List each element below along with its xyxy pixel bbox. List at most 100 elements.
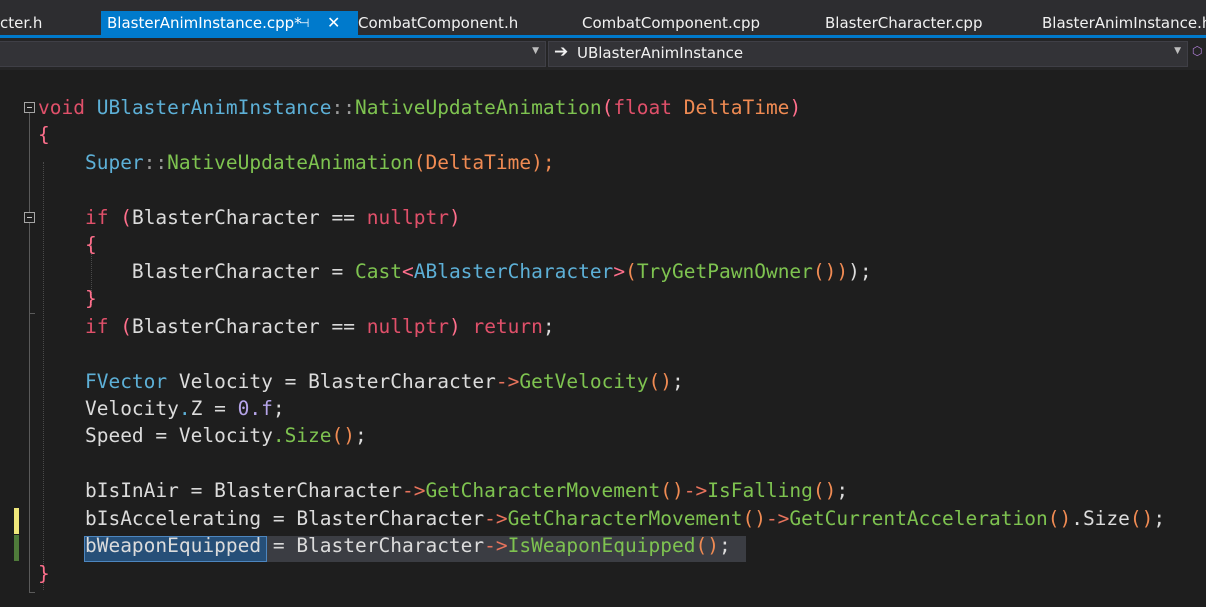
- member-token: Speed: [84, 424, 144, 447]
- outline-line: [29, 113, 30, 593]
- class-token: ABlasterCharacter: [413, 260, 614, 283]
- brace-token: {: [38, 123, 50, 146]
- paren-token: (: [413, 151, 426, 174]
- close-icon[interactable]: ✕: [327, 11, 340, 35]
- paren-token: (): [742, 507, 766, 530]
- arrow-token: ->: [484, 507, 508, 530]
- collapse-function-icon[interactable]: [24, 102, 35, 113]
- keyword-token: void: [38, 96, 85, 119]
- class-token: Super: [84, 151, 144, 174]
- member-token: BlasterCharacter: [131, 206, 320, 229]
- code-line-17: bWeaponEquipped = BlasterCharacter->IsWe…: [38, 532, 731, 559]
- keyword-token: nullptr: [366, 206, 449, 229]
- keyword-token: if: [84, 315, 109, 338]
- tab-blaster-anim-instance-cpp[interactable]: BlasterAnimInstance.cpp* ⊣ ✕: [101, 11, 358, 36]
- function-token: Size: [284, 424, 332, 447]
- tab-label: BlasterAnimInstance.cpp*: [107, 14, 302, 32]
- function-token: NativeUpdateAnimation: [355, 96, 602, 119]
- paren-token: (): [331, 424, 356, 447]
- paren-token: (: [120, 315, 132, 338]
- variable-token: Velocity: [84, 397, 179, 420]
- function-token: GetVelocity: [519, 370, 649, 393]
- tab-blaster-character-cpp[interactable]: BlasterCharacter.cpp: [825, 11, 982, 35]
- dot-token: .: [1071, 507, 1083, 530]
- outline-end: [29, 313, 35, 314]
- outline-end: [29, 592, 35, 593]
- function-token: IsWeaponEquipped: [507, 534, 696, 557]
- operator-token: ==: [319, 315, 367, 338]
- code-line-1: void UBlasterAnimInstance::NativeUpdateA…: [38, 94, 801, 121]
- member-token: BlasterCharacter: [296, 534, 485, 557]
- code-line-8: }: [38, 285, 97, 312]
- pin-icon[interactable]: ⊣: [299, 11, 309, 35]
- member-token: BlasterCharacter: [214, 479, 402, 502]
- brace-token: {: [84, 233, 97, 256]
- paren-token: (: [601, 96, 614, 119]
- collapse-if-icon[interactable]: [24, 212, 35, 223]
- operator-token: =: [272, 370, 309, 393]
- operator-token: =: [319, 260, 355, 283]
- tab-combat-component-h[interactable]: CombatComponent.h: [358, 11, 518, 35]
- punct-token: ;: [272, 397, 285, 420]
- member-token: Z: [190, 397, 203, 420]
- parameter-token: DeltaTime: [425, 151, 532, 174]
- function-token: Cast: [355, 260, 402, 283]
- paren-token: (): [648, 370, 673, 393]
- paren-token: ): [448, 206, 461, 229]
- paren-token: (): [1047, 507, 1072, 530]
- operator-token: =: [178, 479, 215, 502]
- scope-token: ::: [143, 151, 168, 174]
- code-line-2: {: [38, 121, 50, 148]
- unsaved-change-marker: [14, 508, 19, 534]
- variable-token: Velocity: [178, 424, 273, 447]
- tab-blaster-anim-instance-h[interactable]: BlasterAnimInstance.h: [1042, 11, 1206, 35]
- code-line-15: bIsInAir = BlasterCharacter->GetCharacte…: [38, 477, 848, 504]
- code-line-7: BlasterCharacter = Cast<ABlasterCharacte…: [38, 258, 872, 285]
- chevron-down-icon: ▼: [532, 46, 539, 56]
- punct-token: ;: [718, 534, 731, 557]
- tab-combat-component-cpp[interactable]: CombatComponent.cpp: [582, 11, 760, 35]
- class-token: FVector: [84, 370, 168, 393]
- arrow-token: ->: [683, 479, 708, 502]
- dot-token: .: [178, 397, 191, 420]
- saved-change-marker: [14, 535, 19, 561]
- angle-token: >: [613, 260, 626, 283]
- member-token: BlasterCharacter: [131, 260, 320, 283]
- number-token: 0.f: [237, 397, 273, 420]
- paren-token: (: [120, 206, 132, 229]
- code-line-18: }: [38, 560, 50, 587]
- keyword-token: if: [84, 206, 109, 229]
- paren-token: ): [448, 315, 461, 338]
- member-token: BlasterCharacter: [131, 315, 320, 338]
- chevron-down-icon: ▼: [1174, 46, 1181, 56]
- operator-token: =: [202, 397, 238, 420]
- scope-dropdown[interactable]: ▼: [0, 41, 546, 67]
- code-line-12: Velocity.Z = 0.f;: [38, 395, 285, 422]
- brace-token: }: [38, 562, 50, 585]
- code-line-9: if (BlasterCharacter == nullptr) return;: [38, 313, 555, 340]
- member-token: BlasterCharacter: [308, 370, 496, 393]
- paren-token: ): [836, 260, 849, 283]
- dot-token: .: [272, 424, 285, 447]
- class-navigation-arrow-icon: ➔: [554, 42, 569, 62]
- navigation-bar: ▼ ➔ UBlasterAnimInstance ▼ ⬡: [0, 38, 1206, 70]
- cube-icon[interactable]: ⬡: [1192, 44, 1202, 58]
- keyword-token: float: [613, 96, 673, 119]
- tab-cter-h[interactable]: cter.h: [0, 11, 42, 35]
- member-token: bIsAccelerating: [84, 507, 262, 530]
- code-editor[interactable]: void UBlasterAnimInstance::NativeUpdateA…: [0, 70, 1206, 607]
- member-dropdown[interactable]: ➔ UBlasterAnimInstance ▼: [548, 41, 1188, 67]
- brace-token: }: [84, 287, 97, 310]
- code-line-5: if (BlasterCharacter == nullptr): [38, 204, 461, 231]
